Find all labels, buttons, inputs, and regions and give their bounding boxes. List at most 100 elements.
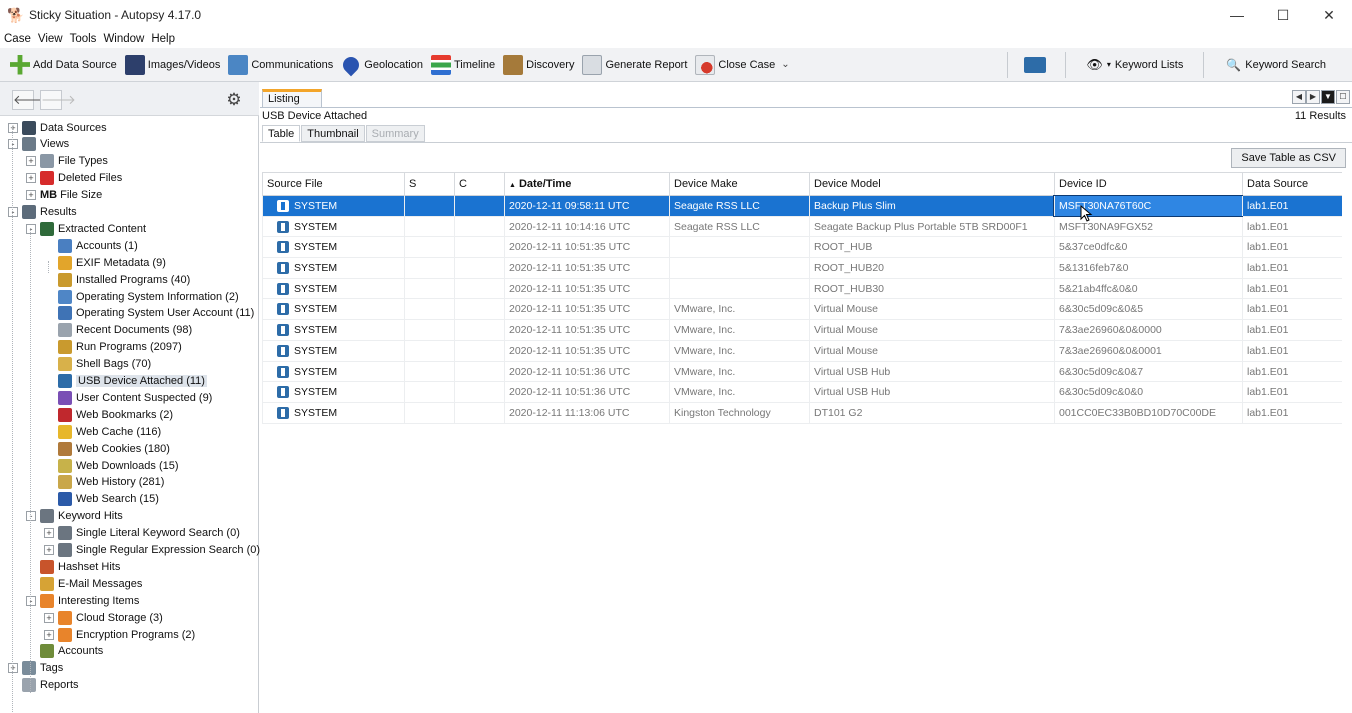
menu-tools[interactable]: Tools bbox=[70, 33, 97, 45]
table-cell[interactable] bbox=[404, 216, 454, 237]
column-device-id[interactable]: Device ID bbox=[1054, 173, 1242, 196]
tree-item[interactable]: Accounts bbox=[26, 643, 103, 660]
tree-item[interactable]: Hashset Hits bbox=[26, 558, 120, 575]
table-cell[interactable] bbox=[669, 278, 809, 299]
table-cell[interactable] bbox=[669, 258, 809, 279]
table-cell[interactable]: Kingston Technology bbox=[669, 402, 809, 423]
table-cell[interactable]: lab1.E01 bbox=[1242, 361, 1342, 382]
table-cell[interactable]: 6&30c5d09c&0&7 bbox=[1054, 361, 1242, 382]
table-cell[interactable]: 2020-12-11 10:14:16 UTC bbox=[504, 216, 669, 237]
timeline-button[interactable]: Timeline bbox=[427, 50, 499, 80]
tree-item[interactable]: Shell Bags (70) bbox=[44, 356, 151, 373]
table-cell[interactable]: SYSTEM bbox=[262, 237, 404, 258]
table-cell[interactable]: Seagate RSS LLC bbox=[669, 196, 809, 216]
table-cell[interactable]: SYSTEM bbox=[262, 216, 404, 237]
tree-item[interactable]: Reports bbox=[8, 677, 79, 694]
tree-item[interactable]: Web Cookies (180) bbox=[44, 440, 170, 457]
tree-item[interactable]: - Interesting Items bbox=[26, 592, 139, 609]
table-cell[interactable] bbox=[454, 299, 504, 320]
column-device-make[interactable]: Device Make bbox=[669, 173, 809, 196]
tree-item[interactable]: + Data Sources bbox=[8, 119, 107, 136]
add-data-source-button[interactable]: Add Data Source bbox=[6, 50, 121, 80]
collapse-icon[interactable]: - bbox=[8, 207, 18, 217]
table-cell[interactable] bbox=[404, 299, 454, 320]
table-cell[interactable]: lab1.E01 bbox=[1242, 320, 1342, 341]
table-row[interactable]: SYSTEM 2020-12-11 09:58:11 UTC Seagate RSS… bbox=[262, 195, 1342, 217]
table-cell[interactable]: 6&30c5d09c&0&5 bbox=[1054, 299, 1242, 320]
table-row[interactable]: SYSTEM 2020-12-11 10:51:35 UTC VMware, Inc… bbox=[262, 340, 1342, 362]
table-cell[interactable]: VMware, Inc. bbox=[669, 320, 809, 341]
table-cell[interactable]: 2020-12-11 10:51:35 UTC bbox=[504, 278, 669, 299]
table-cell[interactable]: SYSTEM bbox=[262, 258, 404, 279]
table-cell[interactable] bbox=[454, 196, 504, 216]
table-cell[interactable]: 2020-12-11 10:51:35 UTC bbox=[504, 340, 669, 361]
tree-item[interactable]: + Encryption Programs (2) bbox=[44, 626, 195, 643]
maximize-button[interactable]: ☐ bbox=[1260, 0, 1306, 30]
tree-item[interactable]: + Cloud Storage (3) bbox=[44, 609, 163, 626]
table-cell[interactable]: 5&1316feb7&0 bbox=[1054, 258, 1242, 279]
gear-icon[interactable]: ⚙ bbox=[223, 89, 245, 111]
table-cell[interactable]: VMware, Inc. bbox=[669, 382, 809, 403]
expand-icon[interactable]: + bbox=[8, 122, 18, 133]
column-c[interactable]: C bbox=[454, 173, 504, 196]
table-cell[interactable]: Virtual USB Hub bbox=[809, 361, 1054, 382]
table-cell[interactable] bbox=[404, 237, 454, 258]
tree-item[interactable]: Web Cache (116) bbox=[44, 423, 161, 440]
tree-item[interactable]: Operating System Information (2) bbox=[44, 288, 239, 305]
table-cell[interactable]: 5&37ce0dfc&0 bbox=[1054, 237, 1242, 258]
table-cell[interactable]: SYSTEM bbox=[262, 340, 404, 361]
tree-item[interactable]: + Single Regular Expression Search (0) bbox=[44, 542, 260, 559]
menu-window[interactable]: Window bbox=[103, 33, 144, 45]
table-cell[interactable]: 2020-12-11 09:58:11 UTC bbox=[504, 196, 669, 216]
column-source-file[interactable]: Source File bbox=[262, 173, 404, 196]
table-cell[interactable]: lab1.E01 bbox=[1242, 237, 1342, 258]
table-cell[interactable] bbox=[404, 382, 454, 403]
table-cell[interactable] bbox=[454, 340, 504, 361]
images-videos-button[interactable]: Images/Videos bbox=[121, 50, 225, 80]
table-cell[interactable] bbox=[454, 216, 504, 237]
minimize-button[interactable]: — bbox=[1214, 0, 1260, 30]
tree-item[interactable]: - Extracted Content bbox=[26, 220, 146, 237]
table-cell[interactable] bbox=[669, 237, 809, 258]
chevron-down-icon[interactable]: ⌄ bbox=[781, 59, 789, 70]
expand-icon[interactable]: + bbox=[26, 156, 36, 167]
table-cell[interactable]: 7&3ae26960&0&0001 bbox=[1054, 340, 1242, 361]
table-cell[interactable]: Backup Plus Slim bbox=[809, 196, 1054, 216]
table-row[interactable]: SYSTEM 2020-12-11 10:51:35 UTC ROOT_HUB20 5… bbox=[262, 258, 1342, 279]
table-cell[interactable]: lab1.E01 bbox=[1242, 402, 1342, 423]
table-cell[interactable]: lab1.E01 bbox=[1242, 216, 1342, 237]
tree-item[interactable]: Installed Programs (40) bbox=[44, 271, 190, 288]
expand-icon[interactable]: + bbox=[26, 190, 36, 201]
table-cell[interactable]: 2020-12-11 10:51:35 UTC bbox=[504, 258, 669, 279]
tree-item[interactable]: EXIF Metadata (9) bbox=[44, 254, 166, 271]
table-cell[interactable] bbox=[404, 258, 454, 279]
close-case-button[interactable]: Close Case ⌄ bbox=[691, 50, 793, 80]
tab-summary[interactable]: Summary bbox=[365, 125, 425, 142]
column-device-model[interactable]: Device Model bbox=[809, 173, 1054, 196]
table-row[interactable]: SYSTEM 2020-12-11 10:51:36 UTC VMware, Inc… bbox=[262, 361, 1342, 383]
column-s[interactable]: S bbox=[404, 173, 454, 196]
tree-item[interactable]: Operating System User Account (11) bbox=[44, 305, 254, 322]
collapse-icon[interactable]: - bbox=[8, 139, 18, 150]
table-row[interactable]: SYSTEM 2020-12-11 10:51:35 UTC VMware, Inc… bbox=[262, 299, 1342, 321]
tree-item[interactable]: + MB File Size bbox=[26, 187, 102, 204]
expand-icon[interactable]: + bbox=[8, 663, 18, 674]
table-cell[interactable] bbox=[404, 320, 454, 341]
tab-table[interactable]: Table bbox=[262, 125, 301, 142]
table-cell[interactable]: 7&3ae26960&0&0000 bbox=[1054, 320, 1242, 341]
column-date-time[interactable]: ▲ Date/Time bbox=[504, 173, 669, 196]
table-cell[interactable] bbox=[404, 196, 454, 216]
table-row[interactable]: SYSTEM 2020-12-11 10:51:35 UTC ROOT_HUB 5&3… bbox=[262, 237, 1342, 259]
table-cell[interactable] bbox=[454, 402, 504, 423]
tree-item[interactable]: - Keyword Hits bbox=[26, 508, 123, 525]
table-cell[interactable]: SYSTEM bbox=[262, 402, 404, 423]
table-cell[interactable] bbox=[404, 402, 454, 423]
table-cell[interactable] bbox=[404, 340, 454, 361]
tab-listing[interactable]: Listing bbox=[262, 89, 322, 107]
table-cell[interactable] bbox=[454, 258, 504, 279]
expand-icon[interactable]: + bbox=[44, 528, 54, 539]
table-cell[interactable]: VMware, Inc. bbox=[669, 299, 809, 320]
column-data-source[interactable]: Data Source bbox=[1242, 173, 1342, 196]
table-cell[interactable]: lab1.E01 bbox=[1242, 196, 1342, 216]
table-cell[interactable]: lab1.E01 bbox=[1242, 278, 1342, 299]
